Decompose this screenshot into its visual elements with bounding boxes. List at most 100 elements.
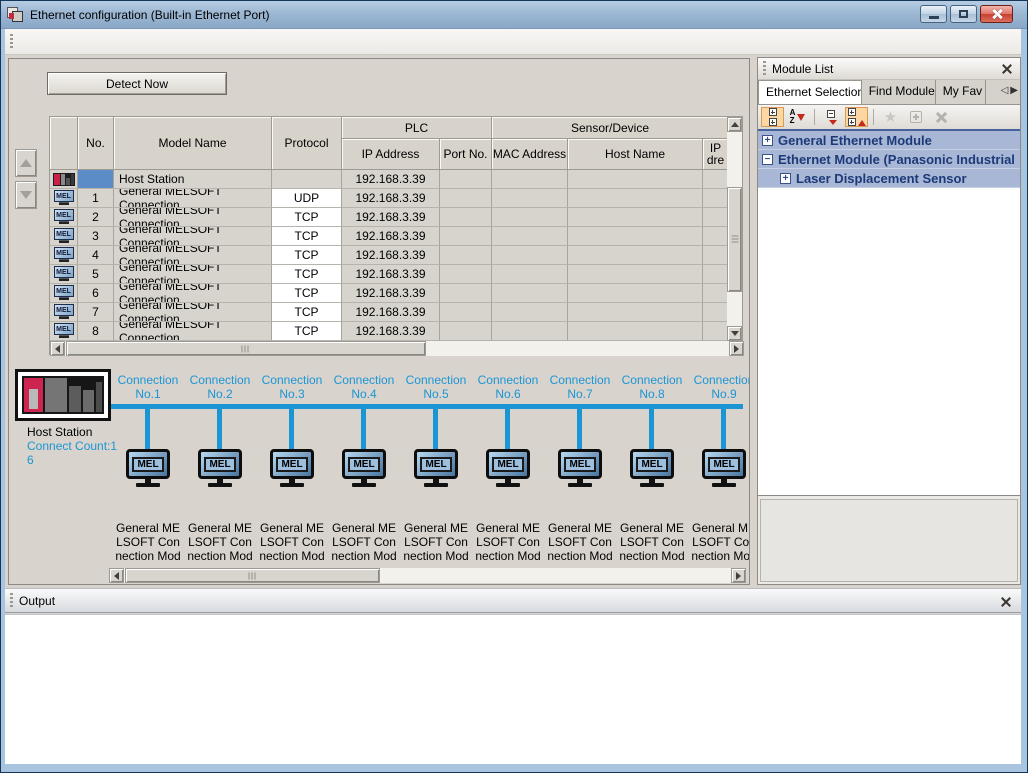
module-tree-item[interactable]: − Ethernet Module (Panasonic Industrial <box>758 150 1020 169</box>
horizontal-scroll-thumb[interactable] <box>125 568 380 583</box>
cell-mac-address[interactable] <box>492 265 568 284</box>
vertical-scroll-thumb[interactable] <box>727 187 742 292</box>
cell-ip-address-2[interactable] <box>703 170 729 189</box>
row-icon-cell[interactable]: MEL <box>50 208 78 227</box>
row-icon-cell[interactable]: MEL <box>50 322 78 341</box>
cell-protocol[interactable] <box>272 170 342 189</box>
scroll-left-button[interactable] <box>50 341 65 356</box>
table-row[interactable]: MEL 1 General MELSOFT Connection UDP 192… <box>50 189 729 208</box>
cell-protocol[interactable]: TCP <box>272 246 342 265</box>
row-icon-cell[interactable]: MEL <box>50 303 78 322</box>
cell-ip-address[interactable]: 192.168.3.39 <box>342 227 440 246</box>
cell-ip-address[interactable]: 192.168.3.39 <box>342 322 440 341</box>
table-row[interactable]: MEL 7 General MELSOFT Connection TCP 192… <box>50 303 729 322</box>
cell-ip-address-2[interactable] <box>703 227 729 246</box>
table-row[interactable]: MEL Host Station 192.168.3.39 <box>50 170 729 189</box>
table-row[interactable]: MEL 8 General MELSOFT Connection TCP 192… <box>50 322 729 341</box>
sort-az-icon[interactable]: AZ <box>786 107 809 127</box>
cell-ip-address[interactable]: 192.168.3.39 <box>342 303 440 322</box>
table-horizontal-scrollbar[interactable] <box>50 341 744 356</box>
scroll-right-button[interactable] <box>729 341 744 356</box>
melsoft-monitor-icon[interactable]: MEL <box>630 449 674 487</box>
cell-no[interactable]: 6 <box>78 284 114 303</box>
cell-mac-address[interactable] <box>492 246 568 265</box>
module-list-tab[interactable]: My Fav <box>936 80 986 104</box>
cell-host-name[interactable] <box>568 189 703 208</box>
melsoft-monitor-icon[interactable]: MEL <box>486 449 530 487</box>
cell-model-name[interactable]: General MELSOFT Connection <box>114 322 272 341</box>
cell-protocol[interactable]: TCP <box>272 322 342 341</box>
module-list-tab[interactable]: Find Module <box>862 80 936 104</box>
cell-model-name[interactable]: General MELSOFT Connection <box>114 265 272 284</box>
table-row[interactable]: MEL 2 General MELSOFT Connection TCP 192… <box>50 208 729 227</box>
cell-host-name[interactable] <box>568 322 703 341</box>
collapse-tree-icon[interactable] <box>820 107 843 127</box>
scroll-up-button[interactable] <box>727 117 742 132</box>
module-tree-item[interactable]: + General Ethernet Module <box>758 131 1020 150</box>
row-icon-cell[interactable]: MEL <box>50 284 78 303</box>
cell-port-no[interactable] <box>440 284 492 303</box>
cell-model-name[interactable]: General MELSOFT Connection <box>114 246 272 265</box>
cell-ip-address-2[interactable] <box>703 322 729 341</box>
expander-icon[interactable]: − <box>762 154 773 165</box>
delete-favorite-icon[interactable] <box>929 107 952 127</box>
melsoft-monitor-icon[interactable]: MEL <box>342 449 386 487</box>
detect-now-button[interactable]: Detect Now <box>47 72 227 95</box>
cell-model-name[interactable]: General MELSOFT Connection <box>114 303 272 322</box>
cell-ip-address[interactable]: 192.168.3.39 <box>342 208 440 227</box>
table-row[interactable]: MEL 5 General MELSOFT Connection TCP 192… <box>50 265 729 284</box>
cell-mac-address[interactable] <box>492 227 568 246</box>
row-icon-cell[interactable]: MEL <box>50 227 78 246</box>
cell-model-name[interactable]: General MELSOFT Connection <box>114 208 272 227</box>
table-row[interactable]: MEL 3 General MELSOFT Connection TCP 192… <box>50 227 729 246</box>
cell-ip-address[interactable]: 192.168.3.39 <box>342 189 440 208</box>
host-station-image[interactable] <box>15 369 111 421</box>
cell-ip-address-2[interactable] <box>703 246 729 265</box>
cell-no[interactable] <box>78 170 114 189</box>
cell-port-no[interactable] <box>440 189 492 208</box>
maximize-button[interactable] <box>950 5 977 23</box>
cell-ip-address[interactable]: 192.168.3.39 <box>342 265 440 284</box>
cell-protocol[interactable]: TCP <box>272 265 342 284</box>
row-icon-cell[interactable]: MEL <box>50 265 78 284</box>
cell-ip-address-2[interactable] <box>703 189 729 208</box>
display-setting-icon[interactable] <box>761 107 784 127</box>
cell-model-name[interactable]: Host Station <box>114 170 272 189</box>
table-vertical-scrollbar[interactable] <box>727 117 742 341</box>
cell-mac-address[interactable] <box>492 189 568 208</box>
expand-tree-icon[interactable] <box>845 107 868 127</box>
cell-model-name[interactable]: General MELSOFT Connection <box>114 189 272 208</box>
diagram-horizontal-scrollbar[interactable] <box>109 568 746 583</box>
cell-port-no[interactable] <box>440 322 492 341</box>
move-down-button[interactable] <box>15 181 37 209</box>
cell-model-name[interactable]: General MELSOFT Connection <box>114 227 272 246</box>
cell-port-no[interactable] <box>440 170 492 189</box>
cell-host-name[interactable] <box>568 284 703 303</box>
cell-ip-address[interactable]: 192.168.3.39 <box>342 284 440 303</box>
cell-host-name[interactable] <box>568 303 703 322</box>
minimize-button[interactable] <box>920 5 947 23</box>
cell-ip-address-2[interactable] <box>703 265 729 284</box>
cell-host-name[interactable] <box>568 246 703 265</box>
cell-mac-address[interactable] <box>492 208 568 227</box>
favorite-star-icon[interactable]: ★ <box>879 107 902 127</box>
module-list-tab[interactable]: Ethernet Selection <box>758 80 862 104</box>
cell-no[interactable]: 7 <box>78 303 114 322</box>
add-favorite-icon[interactable] <box>904 107 927 127</box>
horizontal-scroll-thumb[interactable] <box>66 341 426 356</box>
cell-no[interactable]: 8 <box>78 322 114 341</box>
tab-scroll-right-icon[interactable]: ▶ <box>1010 85 1018 96</box>
cell-ip-address-2[interactable] <box>703 303 729 322</box>
scroll-left-button[interactable] <box>109 568 124 583</box>
tab-scroll-left-icon[interactable]: ◁ <box>1001 85 1009 96</box>
scroll-right-button[interactable] <box>731 568 746 583</box>
cell-host-name[interactable] <box>568 170 703 189</box>
row-icon-cell[interactable]: MEL <box>50 246 78 265</box>
cell-ip-address-2[interactable] <box>703 284 729 303</box>
table-row[interactable]: MEL 4 General MELSOFT Connection TCP 192… <box>50 246 729 265</box>
melsoft-monitor-icon[interactable]: MEL <box>558 449 602 487</box>
cell-mac-address[interactable] <box>492 284 568 303</box>
close-button[interactable] <box>980 5 1013 23</box>
cell-port-no[interactable] <box>440 208 492 227</box>
cell-mac-address[interactable] <box>492 322 568 341</box>
